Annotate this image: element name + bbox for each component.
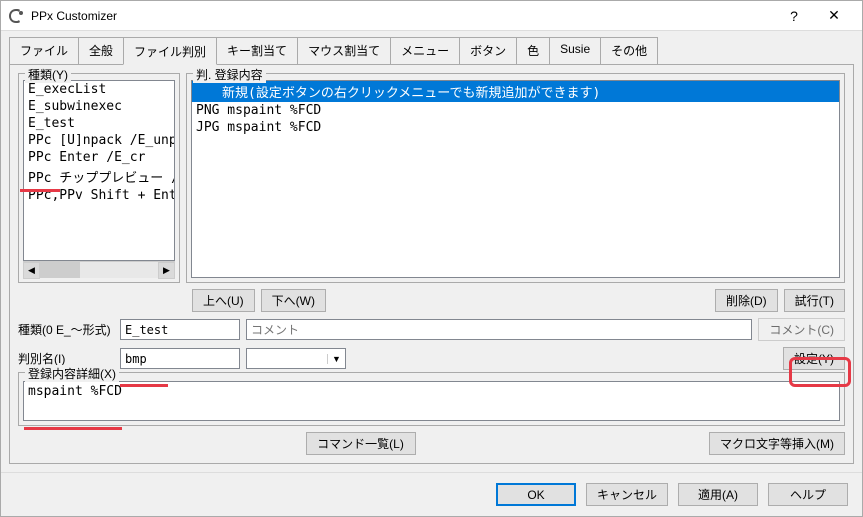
scroll-left-arrow-icon[interactable]: ◀: [23, 262, 40, 279]
kind-listbox[interactable]: E_execListE_subwinexecE_testPPc [U]npack…: [23, 80, 175, 261]
tab-6[interactable]: ボタン: [459, 37, 517, 64]
list-item[interactable]: 新規(設定ボタンの右クリックメニューでも新規追加ができます): [192, 81, 839, 102]
comment-input[interactable]: [246, 319, 752, 340]
tab-0[interactable]: ファイル: [9, 37, 79, 64]
content-list-label: 判. 登録内容: [193, 66, 266, 83]
try-button[interactable]: 試行(T): [784, 289, 845, 312]
macro-insert-button[interactable]: マクロ文字等挿入(M): [709, 432, 845, 455]
apply-button[interactable]: 適用(A): [678, 483, 758, 506]
tab-3[interactable]: キー割当て: [216, 37, 298, 64]
delete-button[interactable]: 削除(D): [715, 289, 778, 312]
kind-list-group: 種類(Y) E_execListE_subwinexecE_testPPc [U…: [18, 73, 180, 283]
dialog-footer: OK キャンセル 適用(A) ヘルプ: [1, 472, 862, 516]
kind-field-label: 種類(0 E_～形式): [18, 321, 114, 338]
list-item[interactable]: E_execList: [24, 81, 174, 98]
list-item[interactable]: PPc Enter /E_cr: [24, 149, 174, 166]
help-button[interactable]: ?: [774, 2, 814, 30]
set-button[interactable]: 設定(Y): [783, 347, 845, 370]
list-item[interactable]: E_test: [24, 115, 174, 132]
comment-button: コメント(C): [758, 318, 845, 341]
app-window: PPx Customizer ? ✕ ファイル全般ファイル判別キー割当てマウス割…: [0, 0, 863, 517]
discrim-combo[interactable]: ▼: [246, 348, 346, 369]
tab-2[interactable]: ファイル判別: [123, 37, 217, 65]
tab-4[interactable]: マウス割当て: [297, 37, 391, 64]
cancel-button[interactable]: キャンセル: [586, 483, 668, 506]
command-list-button[interactable]: コマンド一覧(L): [306, 432, 416, 455]
ok-button[interactable]: OK: [496, 483, 576, 506]
list-item[interactable]: JPG mspaint %FCD: [192, 119, 839, 136]
kind-list-hscroll[interactable]: ◀ ▶: [23, 261, 175, 278]
detail-label: 登録内容詳細(X): [25, 365, 119, 382]
tab-5[interactable]: メニュー: [390, 37, 460, 64]
tab-1[interactable]: 全般: [78, 37, 124, 64]
tab-strip: ファイル全般ファイル判別キー割当てマウス割当てメニューボタン色Susieその他: [1, 31, 862, 64]
move-up-button[interactable]: 上へ(U): [192, 289, 255, 312]
tab-7[interactable]: 色: [516, 37, 550, 64]
help-footer-button[interactable]: ヘルプ: [768, 483, 848, 506]
content-listbox[interactable]: 新規(設定ボタンの右クリックメニューでも新規追加ができます)PNG mspain…: [191, 80, 840, 278]
move-down-button[interactable]: 下へ(W): [261, 289, 326, 312]
tab-8[interactable]: Susie: [549, 37, 601, 64]
annotation-underline-detail: [24, 427, 122, 430]
app-icon: [9, 8, 25, 24]
list-item[interactable]: E_subwinexec: [24, 98, 174, 115]
window-title: PPx Customizer: [31, 9, 774, 23]
content-list-group: 判. 登録内容 新規(設定ボタンの右クリックメニューでも新規追加ができます)PN…: [186, 73, 845, 283]
kind-input[interactable]: [120, 319, 240, 340]
tab-9[interactable]: その他: [600, 37, 658, 64]
tab-panel-file-discrimination: 種類(Y) E_execListE_subwinexecE_testPPc [U…: [9, 64, 854, 464]
list-item[interactable]: PPc,PPv Shift + Enter /E_s: [24, 187, 174, 204]
scroll-right-arrow-icon[interactable]: ▶: [158, 262, 175, 279]
titlebar: PPx Customizer ? ✕: [1, 1, 862, 31]
list-item[interactable]: PPc チッププレビュー /E_Ti: [24, 166, 174, 187]
close-button[interactable]: ✕: [814, 2, 854, 30]
detail-group: 登録内容詳細(X): [18, 372, 845, 426]
kind-list-label: 種類(Y): [25, 66, 71, 83]
list-item[interactable]: PNG mspaint %FCD: [192, 102, 839, 119]
discrim-input[interactable]: [120, 348, 240, 369]
list-item[interactable]: PPc [U]npack /E_unpack2: [24, 132, 174, 149]
chevron-down-icon[interactable]: ▼: [327, 354, 345, 364]
detail-textarea[interactable]: [23, 381, 840, 421]
